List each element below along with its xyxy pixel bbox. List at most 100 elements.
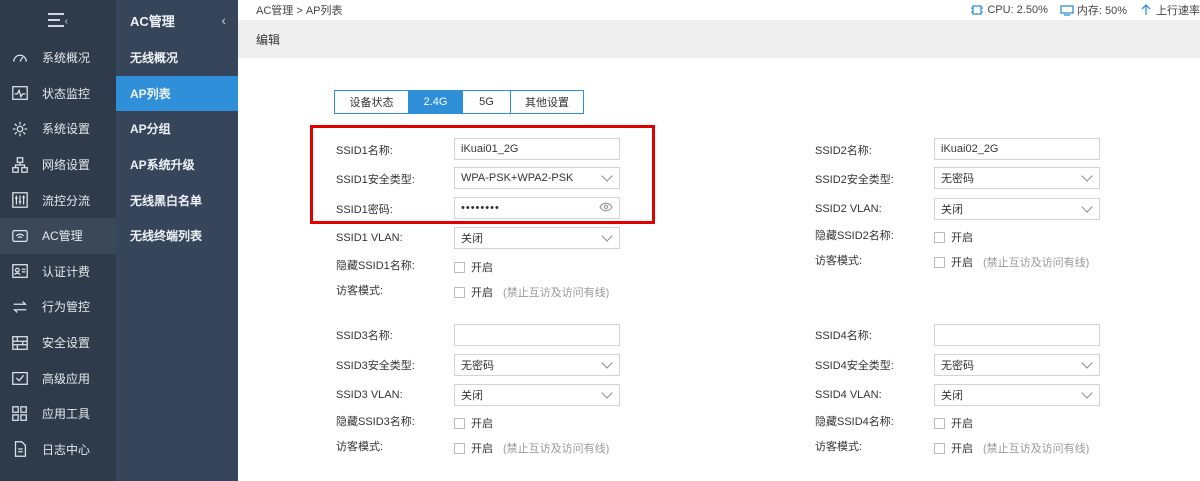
tab-2-4g[interactable]: 2.4G [409, 91, 463, 113]
memory-value: 内存: 50% [1076, 5, 1127, 17]
top-bar: AC管理 > AP列表 CPU: 2.50% 内存: 50% 上行速率 [238, 0, 1200, 20]
pulse-icon [10, 83, 30, 103]
sidebar-item-label: 系统设置 [42, 122, 91, 137]
subnav-ap-group[interactable]: AP分组 [116, 111, 238, 147]
ssid2-security-select[interactable]: 无密码 [934, 167, 1100, 189]
checkbox[interactable] [934, 231, 945, 243]
ssid3-hide-label: 隐藏SSID3名称: [336, 416, 415, 428]
subnav-ap-upgrade[interactable]: AP系统升级 [116, 147, 238, 183]
sidebar-item-flow-control[interactable]: 流控分流 [0, 182, 116, 218]
sub-sidebar-header: AC管理 ‹ [116, 0, 238, 40]
network-icon [10, 155, 30, 175]
sidebar-item-overview[interactable]: 系统概况 [0, 40, 116, 76]
chevron-down-icon [601, 387, 613, 399]
ssid4-vlan-label: SSID4 VLAN: [815, 389, 882, 401]
sidebar-item-label: 网络设置 [42, 158, 91, 173]
sidebar-item-behavior-control[interactable]: 行为管控 [0, 289, 116, 325]
chevron-down-icon [1081, 357, 1093, 369]
ssid2-hide-label: 隐藏SSID2名称: [815, 230, 894, 242]
system-stats: CPU: 2.50% 内存: 50% 上行速率 [970, 2, 1200, 18]
sidebar-item-auth-billing[interactable]: 认证计费 [0, 254, 116, 290]
tab-other-settings[interactable]: 其他设置 [511, 91, 583, 113]
checkbox[interactable] [454, 442, 465, 454]
tab-5g[interactable]: 5G [463, 91, 511, 113]
highlight-box [310, 125, 655, 224]
breadcrumb: AC管理 > AP列表 [256, 5, 343, 17]
sub-sidebar-title: AC管理 [130, 13, 175, 29]
cpu-stat: CPU: 2.50% [970, 4, 1048, 16]
edit-form: 设备状态 2.4G 5G 其他设置 SSID1名称: iKuai01_2G SS… [238, 58, 1200, 481]
ssid4-security-select[interactable]: 无密码 [934, 354, 1100, 376]
sidebar-item-security[interactable]: 安全设置 [0, 325, 116, 361]
sidebar-item-tools[interactable]: 应用工具 [0, 396, 116, 432]
ssid3-name-input[interactable] [454, 324, 620, 346]
sidebar-item-advanced[interactable]: 高级应用 [0, 360, 116, 396]
ssid3-hide-checkbox[interactable]: 开启 [454, 415, 493, 431]
checkbox[interactable] [934, 417, 945, 429]
checkbox[interactable] [934, 256, 945, 268]
firewall-icon [10, 333, 30, 353]
ssid4-name-input[interactable] [934, 324, 1100, 346]
ssid2-hide-checkbox[interactable]: 开启 [934, 229, 973, 245]
chevron-down-icon [601, 357, 613, 369]
chevron-left-icon[interactable]: ‹ [221, 12, 226, 28]
sidebar-item-label: 行为管控 [42, 300, 91, 315]
ssid4-hide-label: 隐藏SSID4名称: [815, 416, 894, 428]
subnav-wireless-clients[interactable]: 无线终端列表 [116, 218, 238, 254]
cpu-value: CPU: 2.50% [987, 4, 1048, 16]
ssid4-guest-label: 访客模式: [815, 441, 863, 453]
ssid1-vlan-label: SSID1 VLAN: [336, 232, 403, 244]
ssid1-guest-checkbox[interactable]: 开启 (禁止互访及访问有线) [454, 284, 609, 300]
tab-device-status[interactable]: 设备状态 [335, 91, 409, 113]
ssid2-guest-checkbox[interactable]: 开启 (禁止互访及访问有线) [934, 254, 1089, 270]
sidebar-item-label: 安全设置 [42, 336, 91, 351]
sidebar-item-ac-management[interactable]: AC管理 [0, 217, 116, 254]
document-icon [10, 439, 30, 459]
checkbox[interactable] [454, 417, 465, 429]
id-card-icon [10, 261, 30, 281]
checkbox-icon [10, 368, 30, 388]
main-sidebar: ‹ 系统概况 状态监控 系统设置 网络设置 流控分流 AC管理 认证计费 行为管… [0, 0, 116, 481]
ssid4-vlan-select[interactable]: 关闭 [934, 384, 1100, 406]
ssid3-guest-checkbox[interactable]: 开启 (禁止互访及访问有线) [454, 440, 609, 456]
ssid4-hide-checkbox[interactable]: 开启 [934, 415, 973, 431]
ssid2-guest-label: 访客模式: [815, 255, 863, 267]
checkbox[interactable] [454, 261, 465, 273]
ssid1-hide-checkbox[interactable]: 开启 [454, 259, 493, 275]
page-title: 编辑 [256, 32, 281, 47]
ssid2-vlan-select[interactable]: 关闭 [934, 198, 1100, 220]
ssid1-guest-label: 访客模式: [336, 285, 384, 297]
menu-toggle-button[interactable]: ‹ [0, 0, 116, 40]
sidebar-item-label: 系统概况 [42, 51, 91, 66]
cpu-icon [971, 5, 984, 15]
checkbox[interactable] [934, 442, 945, 454]
ssid3-vlan-select[interactable]: 关闭 [454, 384, 620, 406]
sub-sidebar: AC管理 ‹ 无线概况 AP列表 AP分组 AP系统升级 无线黑白名单 无线终端… [116, 0, 238, 481]
ssid2-security-label: SSID2安全类型: [815, 174, 894, 186]
gear-icon [10, 119, 30, 139]
ssid1-hide-label: 隐藏SSID1名称: [336, 260, 415, 272]
subnav-ap-list[interactable]: AP列表 [116, 75, 238, 112]
chevron-down-icon [601, 230, 613, 242]
ssid4-guest-checkbox[interactable]: 开启 (禁止互访及访问有线) [934, 440, 1089, 456]
menu-collapse-icon: ‹ [48, 13, 68, 27]
sidebar-item-label: 高级应用 [42, 371, 91, 386]
sidebar-item-network[interactable]: 网络设置 [0, 147, 116, 183]
upload-label: 上行速率 [1156, 5, 1200, 17]
chevron-down-icon [1081, 201, 1093, 213]
ssid1-vlan-select[interactable]: 关闭 [454, 227, 620, 249]
subnav-black-white-list[interactable]: 无线黑白名单 [116, 182, 238, 218]
sidebar-item-monitor[interactable]: 状态监控 [0, 76, 116, 112]
sidebar-item-logs[interactable]: 日志中心 [0, 432, 116, 468]
sidebar-item-label: 流控分流 [42, 193, 91, 208]
checkbox[interactable] [454, 286, 465, 298]
subnav-wireless-overview[interactable]: 无线概况 [116, 40, 238, 76]
band-tabs: 设备状态 2.4G 5G 其他设置 [334, 90, 584, 114]
sidebar-item-label: 认证计费 [42, 264, 91, 279]
ssid2-name-input[interactable]: iKuai02_2G [934, 138, 1100, 160]
ssid4-security-label: SSID4安全类型: [815, 360, 894, 372]
ssid3-name-label: SSID3名称: [336, 330, 393, 342]
sidebar-item-system-settings[interactable]: 系统设置 [0, 111, 116, 147]
page-title-bar: 编辑 [238, 20, 1200, 58]
ssid3-security-select[interactable]: 无密码 [454, 354, 620, 376]
